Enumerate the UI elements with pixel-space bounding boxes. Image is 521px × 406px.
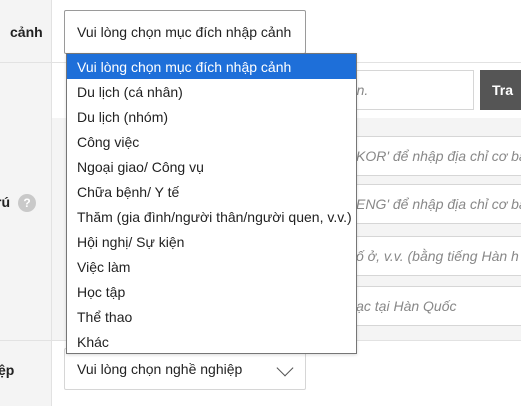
purpose-select-value: Vui lòng chọn mục đích nhập cảnh: [77, 24, 292, 40]
residence-detail-hint: ố ở, v.v. (bằng tiếng Hàn h: [356, 248, 519, 264]
purpose-option[interactable]: Khác: [67, 329, 356, 354]
purpose-select[interactable]: Vui lòng chọn mục đích nhập cảnh: [64, 10, 306, 54]
purpose-option[interactable]: Việc làm: [67, 254, 356, 279]
purpose-option[interactable]: Chữa bệnh/ Y tế: [67, 179, 356, 204]
occupation-select-value: Vui lòng chọn nghề nghiệp: [77, 361, 243, 377]
purpose-option[interactable]: Du lịch (nhóm): [67, 104, 356, 129]
purpose-option[interactable]: Thể thao: [67, 304, 356, 329]
address-search-button[interactable]: Tra: [480, 70, 521, 110]
chevron-down-icon: [276, 359, 294, 377]
purpose-option[interactable]: Học tập: [67, 279, 356, 304]
korea-contact-hint: lạc tại Hàn Quốc: [353, 298, 457, 314]
help-icon[interactable]: ?: [18, 194, 36, 212]
purpose-option[interactable]: Hội nghị/ Sự kiện: [67, 229, 356, 254]
purpose-option[interactable]: Du lịch (cá nhân): [67, 79, 356, 104]
english-address-hint: ENG' để nhập địa chỉ cơ bả: [356, 196, 521, 212]
purpose-option[interactable]: Vui lòng chọn mục đích nhập cảnh: [67, 54, 356, 79]
purpose-label: cảnh: [10, 24, 43, 40]
purpose-option[interactable]: Ngoại giao/ Công vụ: [67, 154, 356, 179]
korean-address-hint: KOR' để nhập địa chỉ cơ bả: [356, 148, 521, 164]
entry-form: cảnh rú ? ệp bạn. Tra KOR' để nhập địa c…: [0, 0, 521, 406]
purpose-option[interactable]: Thăm (gia đình/người thân/người quen, v.…: [67, 204, 356, 229]
address-search-button-label: Tra: [492, 82, 514, 98]
address-label: rú: [0, 194, 10, 210]
purpose-option[interactable]: Công việc: [67, 129, 356, 154]
purpose-dropdown-list[interactable]: Vui lòng chọn mục đích nhập cảnh Du lịch…: [66, 53, 357, 354]
occupation-select[interactable]: Vui lòng chọn nghề nghiệp: [64, 348, 306, 390]
job-label: ệp: [0, 362, 15, 378]
